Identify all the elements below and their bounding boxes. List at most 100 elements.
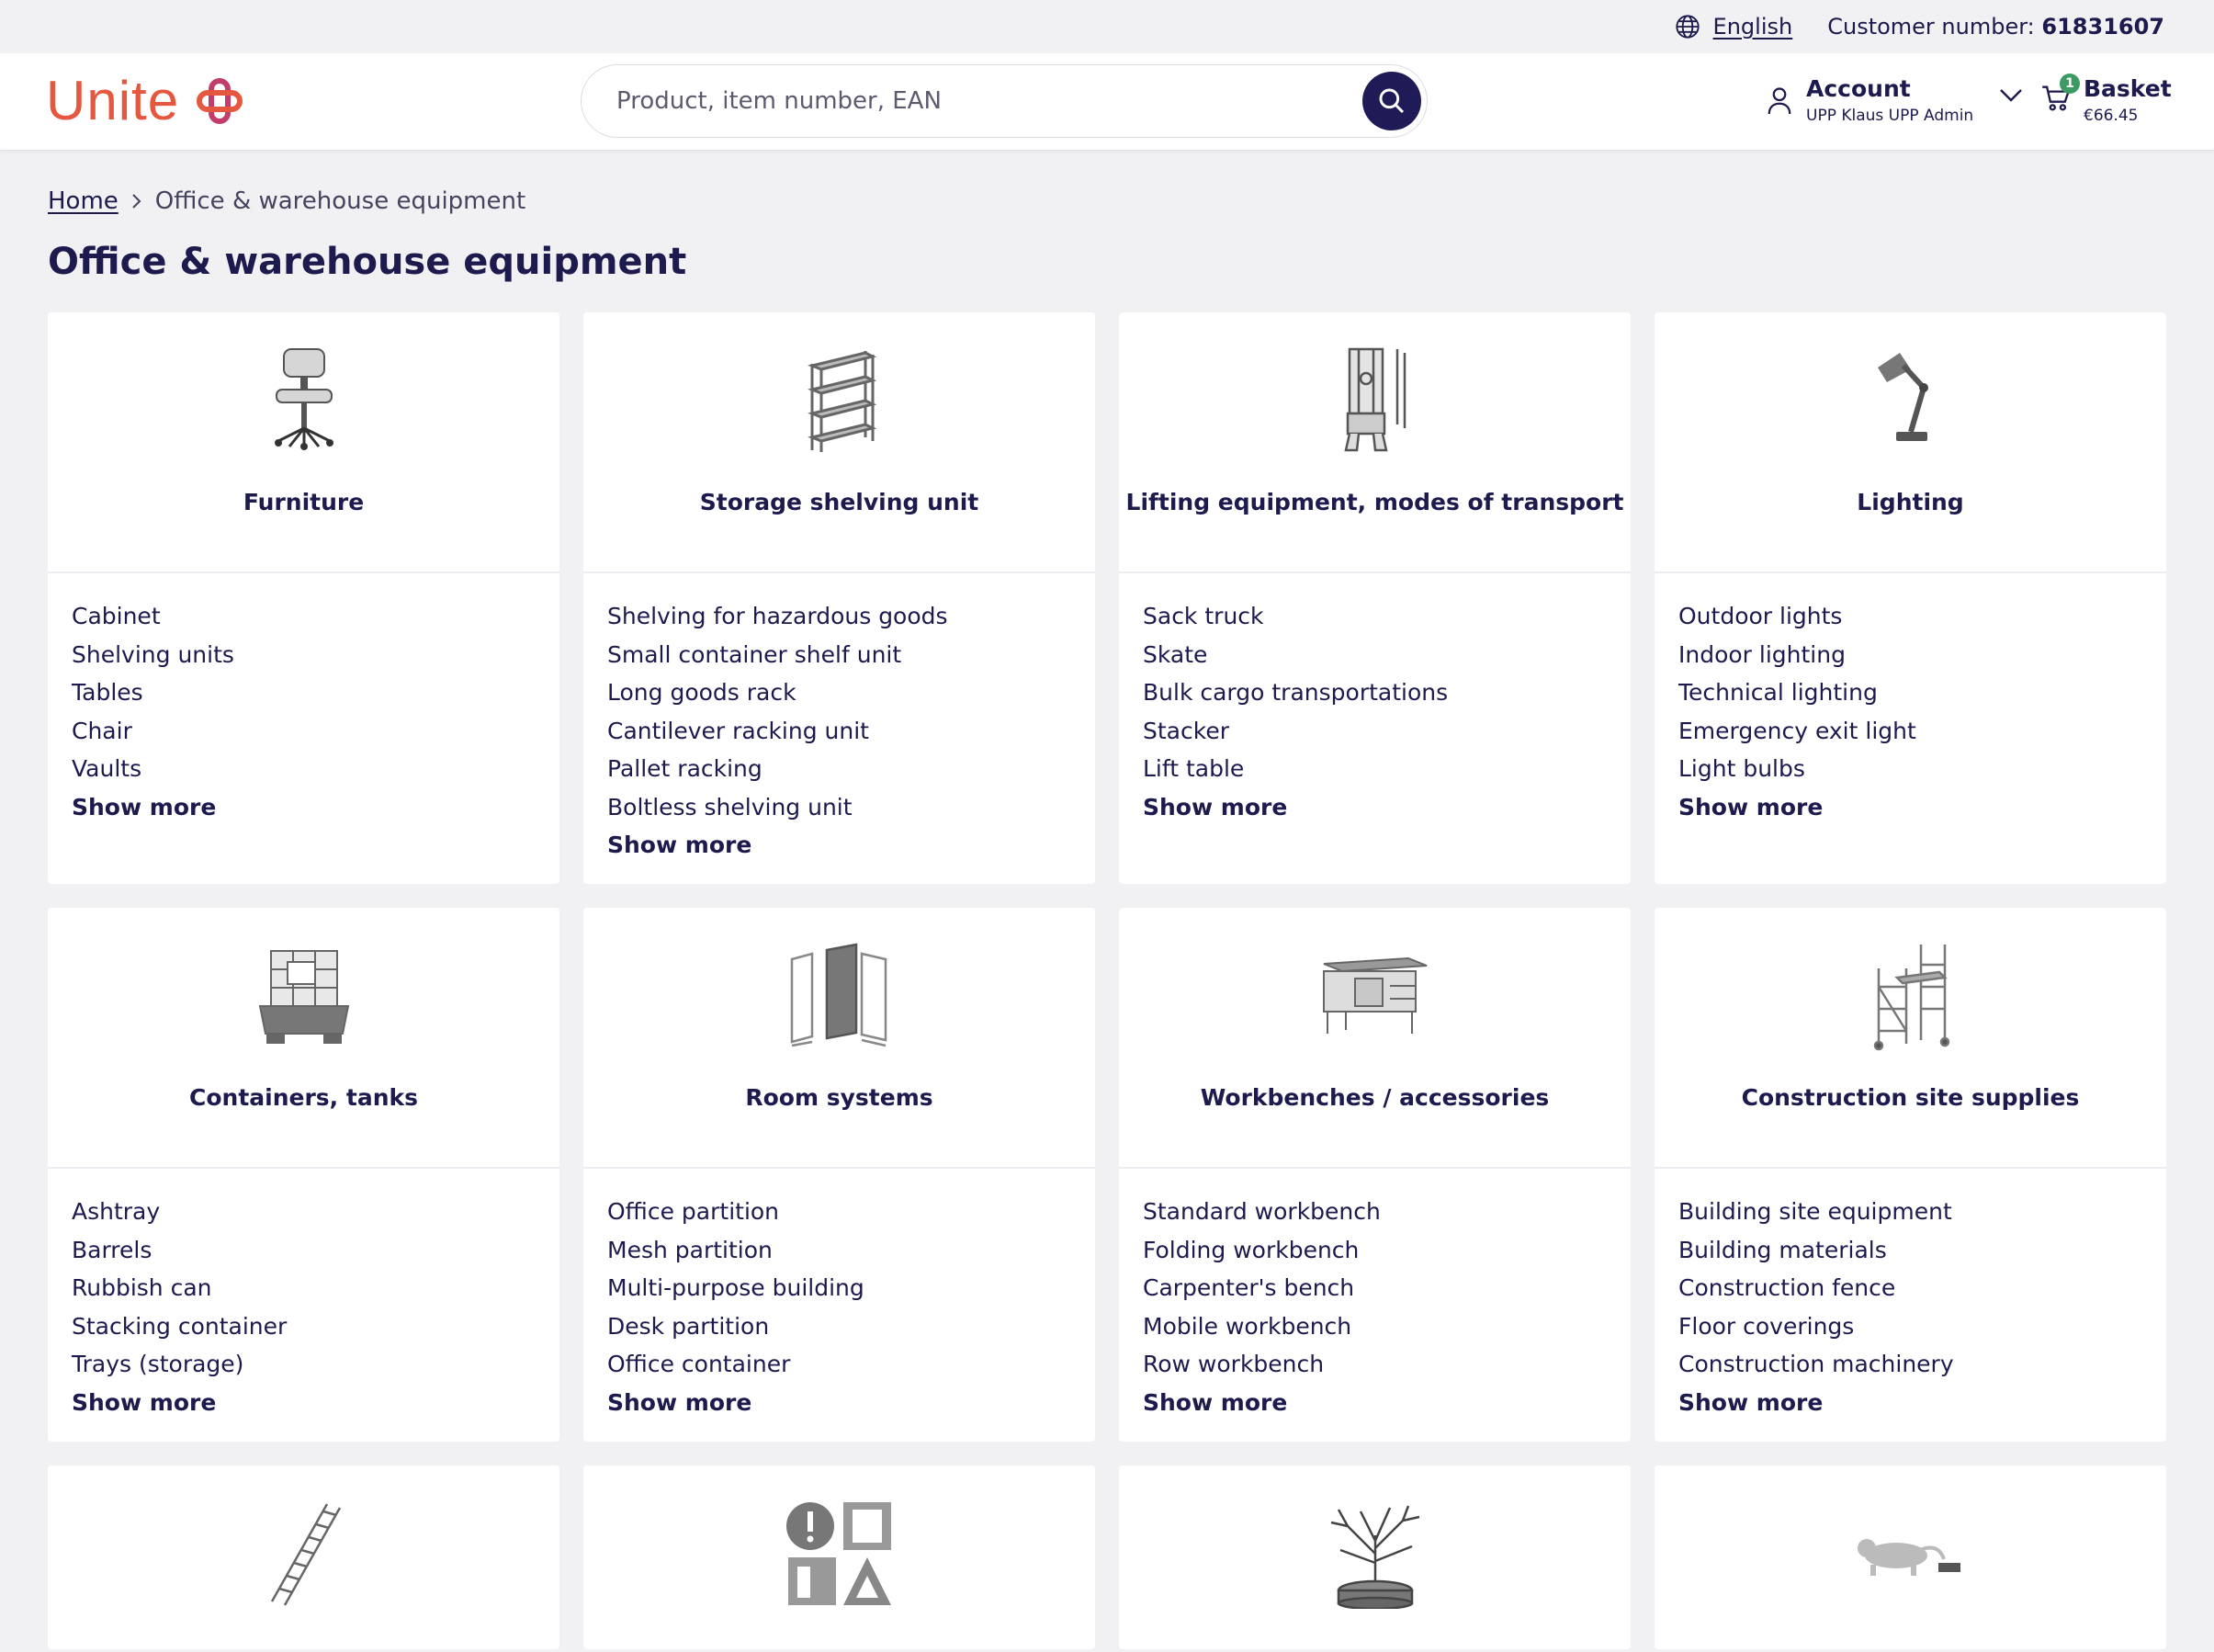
subcategory-link[interactable]: Small container shelf unit bbox=[607, 636, 1071, 674]
desk-lamp-icon[interactable] bbox=[1874, 345, 1948, 456]
subcategory-link[interactable]: Office container bbox=[607, 1345, 1071, 1384]
subcategory-link[interactable]: Outdoor lights bbox=[1678, 597, 2142, 636]
subcategory-link[interactable]: Floor coverings bbox=[1678, 1307, 2142, 1346]
show-more-link[interactable]: Show more bbox=[607, 1389, 751, 1416]
search-icon bbox=[1379, 88, 1405, 114]
safety-signs-icon[interactable] bbox=[785, 1499, 895, 1609]
subcategory-link[interactable]: Technical lighting bbox=[1678, 673, 2142, 712]
office-chair-icon[interactable] bbox=[267, 345, 341, 456]
subcategory-link[interactable]: Tables bbox=[72, 673, 536, 712]
ibc-tank-icon[interactable] bbox=[258, 941, 350, 1051]
search-button[interactable] bbox=[1362, 72, 1421, 130]
subcategory-link[interactable]: Indoor lighting bbox=[1678, 636, 2142, 674]
show-more-link[interactable]: Show more bbox=[72, 1389, 216, 1416]
category-card-partial bbox=[48, 1465, 559, 1649]
subcategory-link[interactable]: Row workbench bbox=[1143, 1345, 1607, 1384]
subcategory-link[interactable]: Trays (storage) bbox=[72, 1345, 536, 1384]
subcategory-link[interactable]: Construction fence bbox=[1678, 1269, 2142, 1307]
show-more-link[interactable]: Show more bbox=[1678, 794, 1823, 820]
workbench-icon[interactable] bbox=[1320, 941, 1430, 1051]
animal-trap-icon[interactable] bbox=[1856, 1499, 1966, 1609]
subcategory-link[interactable]: Construction machinery bbox=[1678, 1345, 2142, 1384]
breadcrumb-home[interactable]: Home bbox=[48, 187, 119, 215]
category-card-construction-site: Construction site supplies Building site… bbox=[1655, 908, 2166, 1442]
breadcrumb: Home Office & warehouse equipment bbox=[48, 187, 525, 215]
subcategory-link[interactable]: Carpenter's bench bbox=[1143, 1269, 1607, 1307]
subcategory-link[interactable]: Sack truck bbox=[1143, 597, 1607, 636]
globe-icon bbox=[1675, 15, 1700, 39]
language-link[interactable]: English bbox=[1713, 14, 1793, 40]
category-card-lifting-equipment: Lifting equipment, modes of transport Sa… bbox=[1119, 312, 1631, 884]
show-more-link[interactable]: Show more bbox=[1143, 1389, 1287, 1416]
subcategory-link[interactable]: Skate bbox=[1143, 636, 1607, 674]
category-card-partial bbox=[1119, 1465, 1631, 1649]
subcategory-link[interactable]: Shelving units bbox=[72, 636, 536, 674]
subcategory-link[interactable]: Emergency exit light bbox=[1678, 712, 2142, 751]
subcategory-link[interactable]: Building materials bbox=[1678, 1231, 2142, 1270]
subcategory-link[interactable]: Office partition bbox=[607, 1193, 1071, 1231]
subcategory-link[interactable]: Lift table bbox=[1143, 750, 1607, 788]
subcategory-link[interactable]: Boltless shelving unit bbox=[607, 788, 1071, 827]
subcategory-link[interactable]: Stacker bbox=[1143, 712, 1607, 751]
partition-screen-icon[interactable] bbox=[785, 941, 895, 1051]
logo-mark-icon bbox=[197, 77, 243, 124]
user-icon bbox=[1768, 87, 1791, 115]
category-card-workbenches: Workbenches / accessories Standard workb… bbox=[1119, 908, 1631, 1442]
category-title[interactable]: Lifting equipment, modes of transport bbox=[1126, 489, 1624, 515]
basket-amount: €66.45 bbox=[2084, 107, 2139, 125]
subcategory-link[interactable]: Shelving for hazardous goods bbox=[607, 597, 1071, 636]
category-title[interactable]: Construction site supplies bbox=[1742, 1084, 2080, 1111]
show-more-link[interactable]: Show more bbox=[1678, 1389, 1823, 1416]
customer-number: Customer number: 61831607 bbox=[1827, 14, 2164, 40]
category-title[interactable]: Room systems bbox=[745, 1084, 932, 1111]
subcategory-link[interactable]: Barrels bbox=[72, 1231, 536, 1270]
show-more-link[interactable]: Show more bbox=[607, 832, 751, 858]
subcategory-link[interactable]: Pallet racking bbox=[607, 750, 1071, 788]
subcategory-link[interactable]: Mobile workbench bbox=[1143, 1307, 1607, 1346]
subcategory-link[interactable]: Long goods rack bbox=[607, 673, 1071, 712]
chevron-down-icon[interactable] bbox=[1999, 88, 2023, 103]
category-title[interactable]: Lighting bbox=[1857, 489, 1963, 515]
category-title[interactable]: Furniture bbox=[243, 489, 364, 515]
account-menu[interactable]: Account UPP Klaus UPP Admin bbox=[1766, 75, 2023, 125]
ladder-icon[interactable] bbox=[263, 1499, 345, 1609]
subcategory-link[interactable]: Chair bbox=[72, 712, 536, 751]
subcategory-link[interactable]: Cantilever racking unit bbox=[607, 712, 1071, 751]
subcategory-link[interactable]: Cabinet bbox=[72, 597, 536, 636]
page-title: Office & warehouse equipment bbox=[48, 241, 687, 283]
subcategory-link[interactable]: Stacking container bbox=[72, 1307, 536, 1346]
logo[interactable]: Unite bbox=[46, 74, 245, 129]
language-selector[interactable]: English bbox=[1675, 14, 1793, 40]
subcategory-link[interactable]: Multi-purpose building bbox=[607, 1269, 1071, 1307]
subcategory-link[interactable]: Ashtray bbox=[72, 1193, 536, 1231]
category-card-room-systems: Room systems Office partition Mesh parti… bbox=[583, 908, 1095, 1442]
subcategory-link[interactable]: Bulk cargo transportations bbox=[1143, 673, 1607, 712]
basket-title: Basket bbox=[2084, 75, 2172, 102]
category-card-containers-tanks: Containers, tanks Ashtray Barrels Rubbis… bbox=[48, 908, 559, 1442]
subcategory-link[interactable]: Building site equipment bbox=[1678, 1193, 2142, 1231]
search-input[interactable] bbox=[582, 65, 1362, 137]
subcategory-link[interactable]: Folding workbench bbox=[1143, 1231, 1607, 1270]
show-more-link[interactable]: Show more bbox=[1143, 794, 1287, 820]
subcategory-link[interactable]: Mesh partition bbox=[607, 1231, 1071, 1270]
category-card-partial bbox=[583, 1465, 1095, 1649]
subcategory-link[interactable]: Desk partition bbox=[607, 1307, 1071, 1346]
subcategory-link[interactable]: Light bulbs bbox=[1678, 750, 2142, 788]
breadcrumb-current: Office & warehouse equipment bbox=[154, 187, 526, 215]
category-title[interactable]: Workbenches / accessories bbox=[1201, 1084, 1550, 1111]
basket-button[interactable]: 1 Basket €66.45 bbox=[2041, 74, 2172, 125]
scaffold-icon[interactable] bbox=[1869, 941, 1952, 1051]
category-title[interactable]: Containers, tanks bbox=[189, 1084, 418, 1111]
customer-number-value: 61831607 bbox=[2041, 14, 2164, 40]
tree-planter-icon[interactable] bbox=[1320, 1499, 1430, 1609]
show-more-link[interactable]: Show more bbox=[72, 794, 216, 820]
subcategory-link[interactable]: Vaults bbox=[72, 750, 536, 788]
category-title[interactable]: Storage shelving unit bbox=[700, 489, 978, 515]
account-title: Account bbox=[1806, 75, 1911, 102]
subcategory-link[interactable]: Rubbish can bbox=[72, 1269, 536, 1307]
utility-bar: English Customer number: 61831607 bbox=[0, 0, 2214, 53]
shelving-rack-icon[interactable] bbox=[803, 345, 876, 456]
lift-stacker-icon[interactable] bbox=[1339, 345, 1412, 456]
subcategory-link[interactable]: Standard workbench bbox=[1143, 1193, 1607, 1231]
chevron-right-icon bbox=[132, 194, 141, 209]
